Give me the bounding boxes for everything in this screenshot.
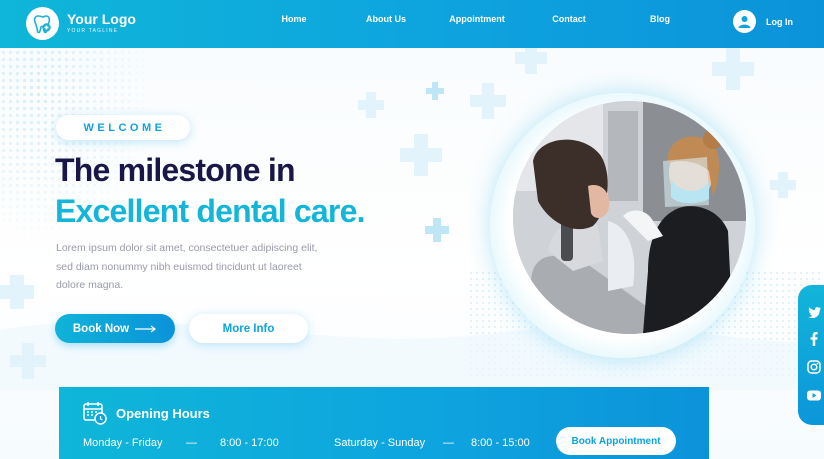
opening-hours-panel: Opening Hours Monday - Friday — 8:00 - 1… <box>59 387 709 459</box>
weekday-separator: — <box>186 437 197 449</box>
weekend-label: Saturday - Sunday <box>334 437 426 449</box>
welcome-badge: WELCOME <box>56 115 190 140</box>
hero-description: Lorem ipsum dolor sit amet, consectetuer… <box>56 242 318 291</box>
nav-appointment[interactable]: Appointment <box>449 14 505 24</box>
youtube-icon[interactable] <box>807 388 821 402</box>
nav-home[interactable]: Home <box>281 14 306 24</box>
logo-tagline: YOUR TAGLINE <box>67 28 119 34</box>
nav-about-us[interactable]: About Us <box>366 14 406 24</box>
top-navigation-bar: Your Logo YOUR TAGLINE Home About Us App… <box>0 0 824 48</box>
login-label: Log In <box>766 16 793 27</box>
weekday-hours: 8:00 - 17:00 <box>220 437 279 449</box>
weekend-hours: 8:00 - 15:00 <box>471 437 530 449</box>
nav-blog[interactable]: Blog <box>650 14 670 24</box>
headline-line-1: The milestone in <box>55 152 295 188</box>
calendar-clock-icon <box>83 401 107 430</box>
more-info-button[interactable]: More Info <box>189 314 308 343</box>
book-now-label: Book Now <box>72 322 130 335</box>
nav-contact[interactable]: Contact <box>552 14 586 24</box>
main-nav: Home About Us Appointment Contact Blog <box>0 14 824 28</box>
opening-hours-title: Opening Hours <box>116 406 210 421</box>
twitter-icon[interactable] <box>807 305 821 319</box>
facebook-icon[interactable] <box>807 332 821 346</box>
headline-line-2: Excellent dental care. <box>55 193 365 229</box>
login-link[interactable]: Log In <box>733 10 793 33</box>
social-links-bar <box>798 285 824 425</box>
landing-page: Your Logo YOUR TAGLINE Home About Us App… <box>0 0 824 459</box>
user-icon <box>733 10 756 33</box>
weekend-separator: — <box>443 437 454 449</box>
book-appointment-button[interactable]: Book Appointment <box>556 427 676 455</box>
weekday-label: Monday - Friday <box>83 437 163 449</box>
dentist-photo <box>513 101 746 334</box>
arrow-right-icon <box>135 325 157 333</box>
instagram-icon[interactable] <box>807 360 821 374</box>
book-now-button[interactable]: Book Now <box>55 314 175 343</box>
